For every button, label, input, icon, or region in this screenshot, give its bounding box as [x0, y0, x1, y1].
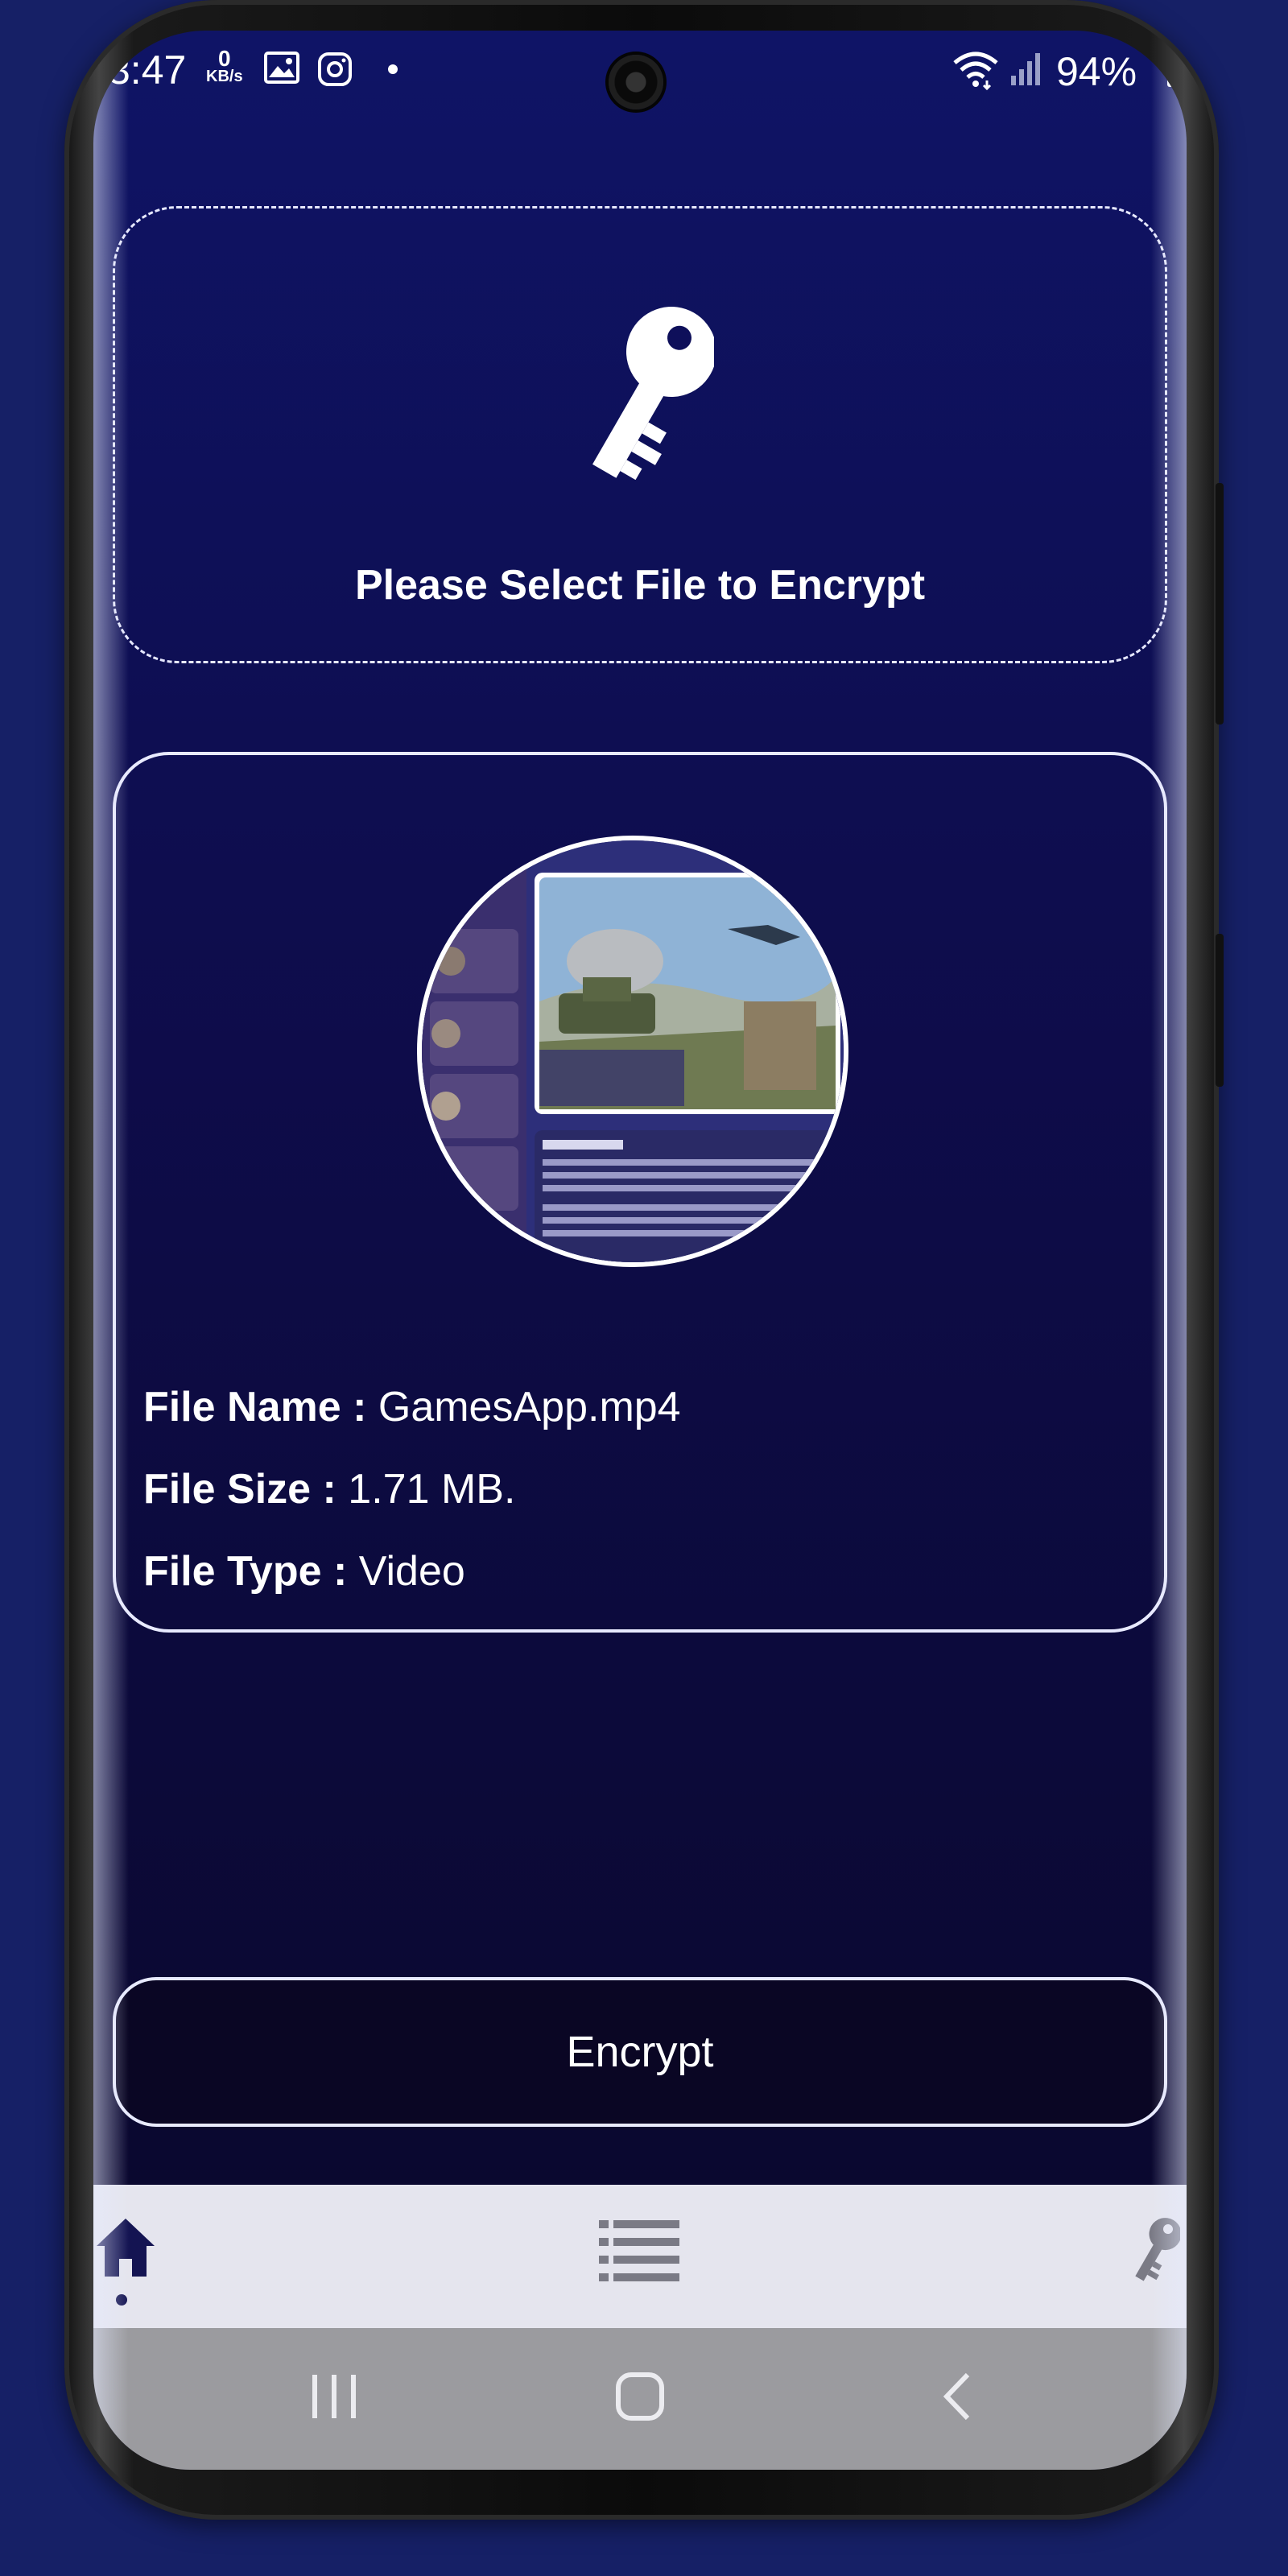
- home-button-icon[interactable]: [612, 2368, 668, 2425]
- app-screen: 3:47 0 KB/s 94% Please Select File to En…: [93, 31, 1187, 2470]
- network-speed-value: 0: [218, 46, 231, 71]
- file-type-row: File Type : Video: [143, 1547, 465, 1596]
- key-nav-icon[interactable]: [1132, 2214, 1180, 2286]
- active-indicator: [116, 2294, 127, 2306]
- file-size-label: File Size :: [143, 1466, 336, 1513]
- file-type-value: Video: [358, 1548, 465, 1595]
- signal-icon: [1011, 53, 1040, 85]
- volume-button: [1216, 483, 1224, 724]
- select-file-label: Please Select File to Encrypt: [354, 562, 926, 609]
- front-camera: [609, 55, 663, 109]
- list-icon[interactable]: [597, 2217, 681, 2285]
- bottom-navigation: [93, 2185, 1187, 2328]
- home-icon[interactable]: [93, 2214, 158, 2280]
- network-speed: 0 KB/s: [206, 46, 243, 86]
- network-speed-unit: KB/s: [206, 68, 243, 85]
- key-icon: [592, 307, 714, 481]
- file-size-row: File Size : 1.71 MB.: [143, 1465, 515, 1513]
- encrypt-button[interactable]: Encrypt: [113, 1977, 1167, 2127]
- power-button: [1216, 934, 1224, 1087]
- instagram-icon: [318, 52, 352, 86]
- wifi-icon: [953, 52, 998, 90]
- select-file-area[interactable]: Please Select File to Encrypt: [113, 206, 1167, 663]
- status-time: 3:47: [108, 47, 187, 93]
- file-name-value: GamesApp.mp4: [378, 1384, 681, 1430]
- video-thumbnail: [417, 836, 848, 1267]
- file-info-card: File Name : GamesApp.mp4 File Size : 1.7…: [113, 752, 1167, 1633]
- battery-icon: [1167, 55, 1185, 87]
- recent-apps-icon[interactable]: [306, 2368, 362, 2425]
- file-name-row: File Name : GamesApp.mp4: [143, 1383, 681, 1431]
- status-bar: 3:47 0 KB/s 94%: [93, 31, 1187, 111]
- file-type-label: File Type :: [143, 1548, 348, 1595]
- back-icon[interactable]: [931, 2368, 987, 2425]
- notification-dot: [388, 64, 398, 74]
- file-size-value: 1.71 MB.: [348, 1466, 516, 1513]
- file-name-label: File Name :: [143, 1384, 367, 1430]
- battery-percent: 94%: [1056, 49, 1137, 94]
- system-navigation-bar: [93, 2328, 1187, 2470]
- gallery-icon: [264, 52, 299, 84]
- thumbnail-image: [422, 840, 844, 1262]
